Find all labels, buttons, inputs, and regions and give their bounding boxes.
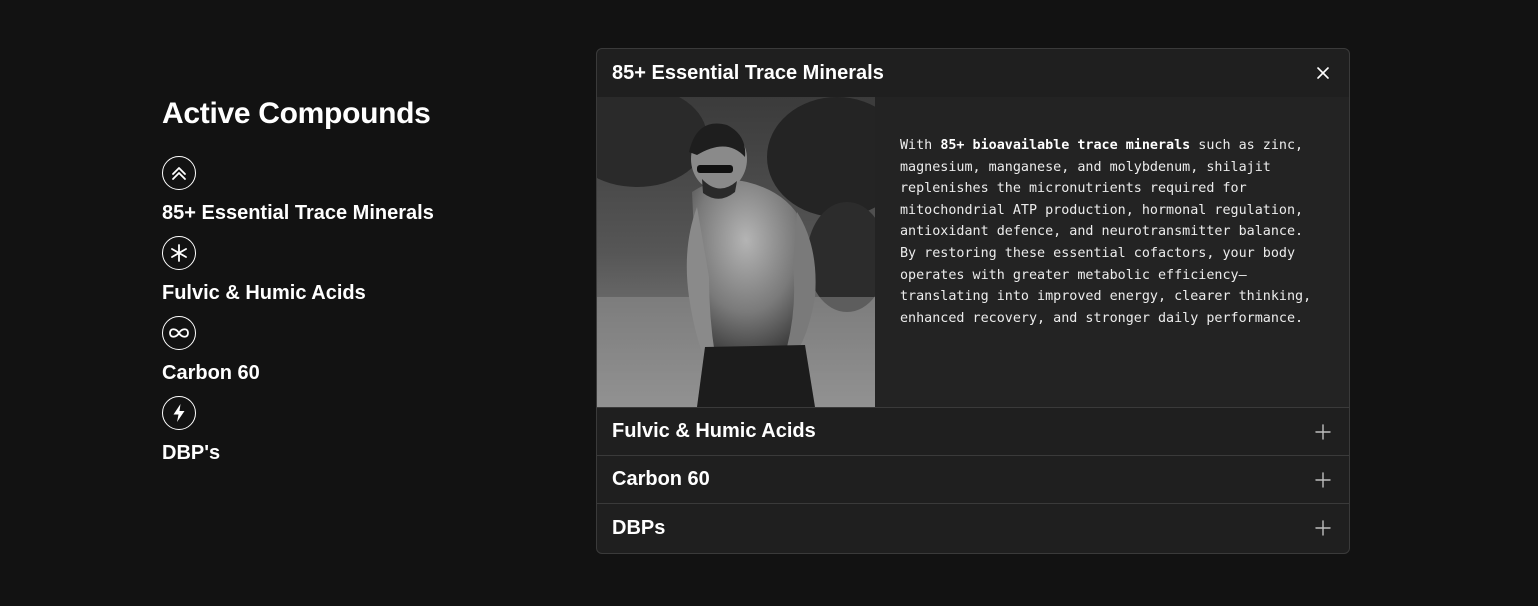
accordion-title: DBPs (612, 516, 666, 539)
compound-label: Carbon 60 (162, 362, 260, 384)
body-bold: 85+ bioavailable trace minerals (940, 138, 1191, 153)
compound-fulvic-humic[interactable]: Fulvic & Humic Acids (162, 236, 522, 304)
compound-label: 85+ Essential Trace Minerals (162, 202, 434, 224)
accordion-title: Carbon 60 (612, 468, 710, 490)
asterisk-icon (162, 236, 196, 270)
active-compounds-section: Active Compounds 85+ Essential Trace Min… (162, 96, 522, 476)
page: Active Compounds 85+ Essential Trace Min… (0, 0, 1538, 606)
accordion-header-trace-minerals[interactable]: 85+ Essential Trace Minerals (597, 49, 1349, 97)
double-chevron-up-icon (162, 156, 196, 190)
body-paragraph-2: By restoring these essential cofactors, … (900, 245, 1312, 326)
athlete-photo (597, 97, 875, 407)
body-intro: With (900, 138, 941, 153)
body-rest: such as zinc, magnesium, manganese, and … (900, 138, 1304, 240)
compounds-accordion: 85+ Essential Trace Minerals With 85+ bi… (596, 48, 1350, 554)
compound-label: DBP's (162, 442, 221, 464)
section-title: Active Compounds (162, 97, 431, 130)
compound-dbps[interactable]: DBP's (162, 396, 522, 464)
compound-trace-minerals[interactable]: 85+ Essential Trace Minerals (162, 156, 522, 224)
plus-icon[interactable] (1313, 422, 1333, 442)
close-icon[interactable] (1313, 63, 1333, 83)
lightning-bolt-icon (162, 396, 196, 430)
plus-icon[interactable] (1313, 470, 1333, 490)
plus-icon[interactable] (1313, 518, 1333, 538)
infinity-icon (162, 316, 196, 350)
body-paragraph-1: With 85+ bioavailable trace minerals suc… (900, 135, 1319, 243)
compound-label: Fulvic & Humic Acids (162, 282, 366, 304)
accordion-header-carbon-60[interactable]: Carbon 60 (597, 456, 1349, 504)
accordion-title: Fulvic & Humic Acids (612, 420, 816, 442)
accordion-header-dbps[interactable]: DBPs (597, 504, 1349, 552)
accordion-panel-trace-minerals: With 85+ bioavailable trace minerals suc… (597, 97, 1349, 408)
accordion-body-text: With 85+ bioavailable trace minerals suc… (875, 97, 1349, 407)
accordion-header-fulvic-humic[interactable]: Fulvic & Humic Acids (597, 408, 1349, 456)
compound-carbon-60[interactable]: Carbon 60 (162, 316, 522, 384)
accordion-title: 85+ Essential Trace Minerals (612, 61, 884, 84)
